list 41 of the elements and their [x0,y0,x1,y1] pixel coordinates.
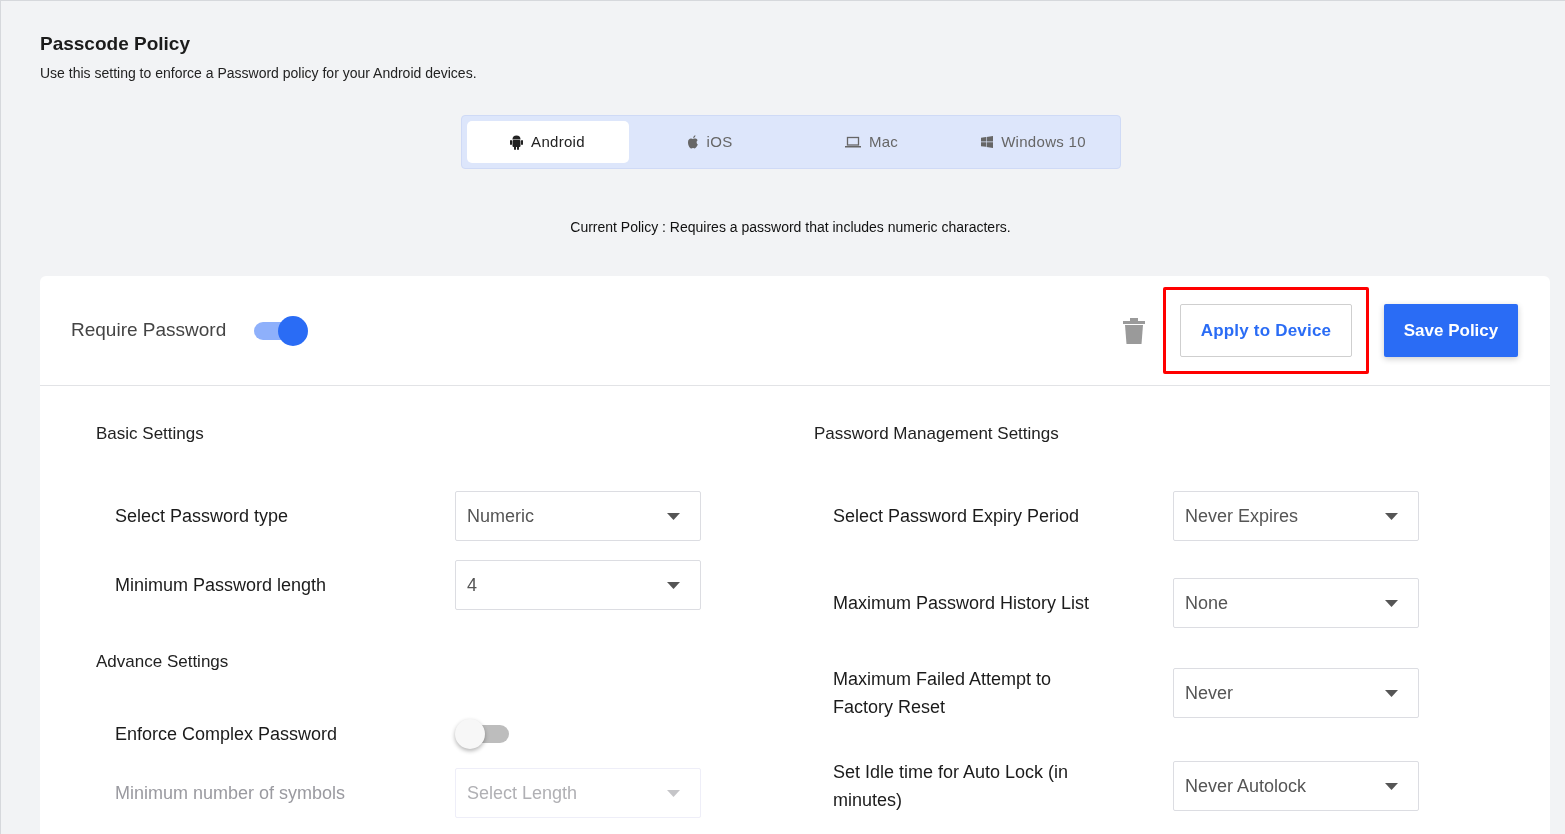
setting-label: Set Idle time for Auto Lock (in minutes) [833,761,1070,812]
require-password-label: Require Password [71,318,227,343]
dropdown-field[interactable]: None [1173,578,1419,628]
platform-tab[interactable]: iOS [628,121,791,163]
dropdown-field[interactable]: Numeric [455,491,701,541]
setting-label: Maximum Failed Attempt to Factory Reset [833,668,1053,719]
section-heading: Password Management Settings [814,423,1060,445]
caret-icon [667,789,680,797]
android-icon [510,134,524,150]
setting-label: Minimum number of symbols [115,782,347,805]
toggle-switch[interactable] [455,719,511,749]
dropdown-field[interactable]: 4 [455,560,701,610]
setting-label: Minimum Password length [115,574,328,597]
laptop-icon [844,136,861,148]
platform-tab[interactable]: Mac [790,121,953,163]
platform-tab[interactable]: Windows 10 [952,121,1115,163]
dropdown-field[interactable]: Never [1173,668,1419,718]
save-policy-button[interactable]: Save Policy [1384,304,1518,357]
platform-tab[interactable]: Android [466,121,629,163]
section-heading: Advance Settings [96,651,230,673]
caret-icon [667,512,680,520]
windows-icon [981,136,994,148]
section-heading: Basic Settings [96,423,205,445]
caret-icon [667,581,680,589]
dropdown-field[interactable]: Never Expires [1173,491,1419,541]
dropdown-field[interactable]: Never Autolock [1173,761,1419,811]
page-title: Passcode Policy [40,32,191,56]
setting-label: Maximum Password History List [833,592,1091,615]
caret-icon [1385,782,1398,790]
current-policy-text: Current Policy : Requires a password that includes numeric characters. [570,218,1011,237]
apply-to-device-button[interactable]: Apply to Device [1180,304,1352,357]
caret-icon [1385,512,1398,520]
trash-icon[interactable] [1123,317,1145,344]
apple-icon [686,135,699,149]
setting-label: Select Password Expiry Period [833,505,1081,528]
caret-icon [1385,599,1398,607]
caret-icon [1385,689,1398,697]
page-description: Use this setting to enforce a Password policy for your Android devices. [40,64,478,83]
toggle-switch[interactable] [252,315,309,346]
setting-label: Select Password type [115,505,290,528]
setting-label: Enforce Complex Password [115,723,339,746]
